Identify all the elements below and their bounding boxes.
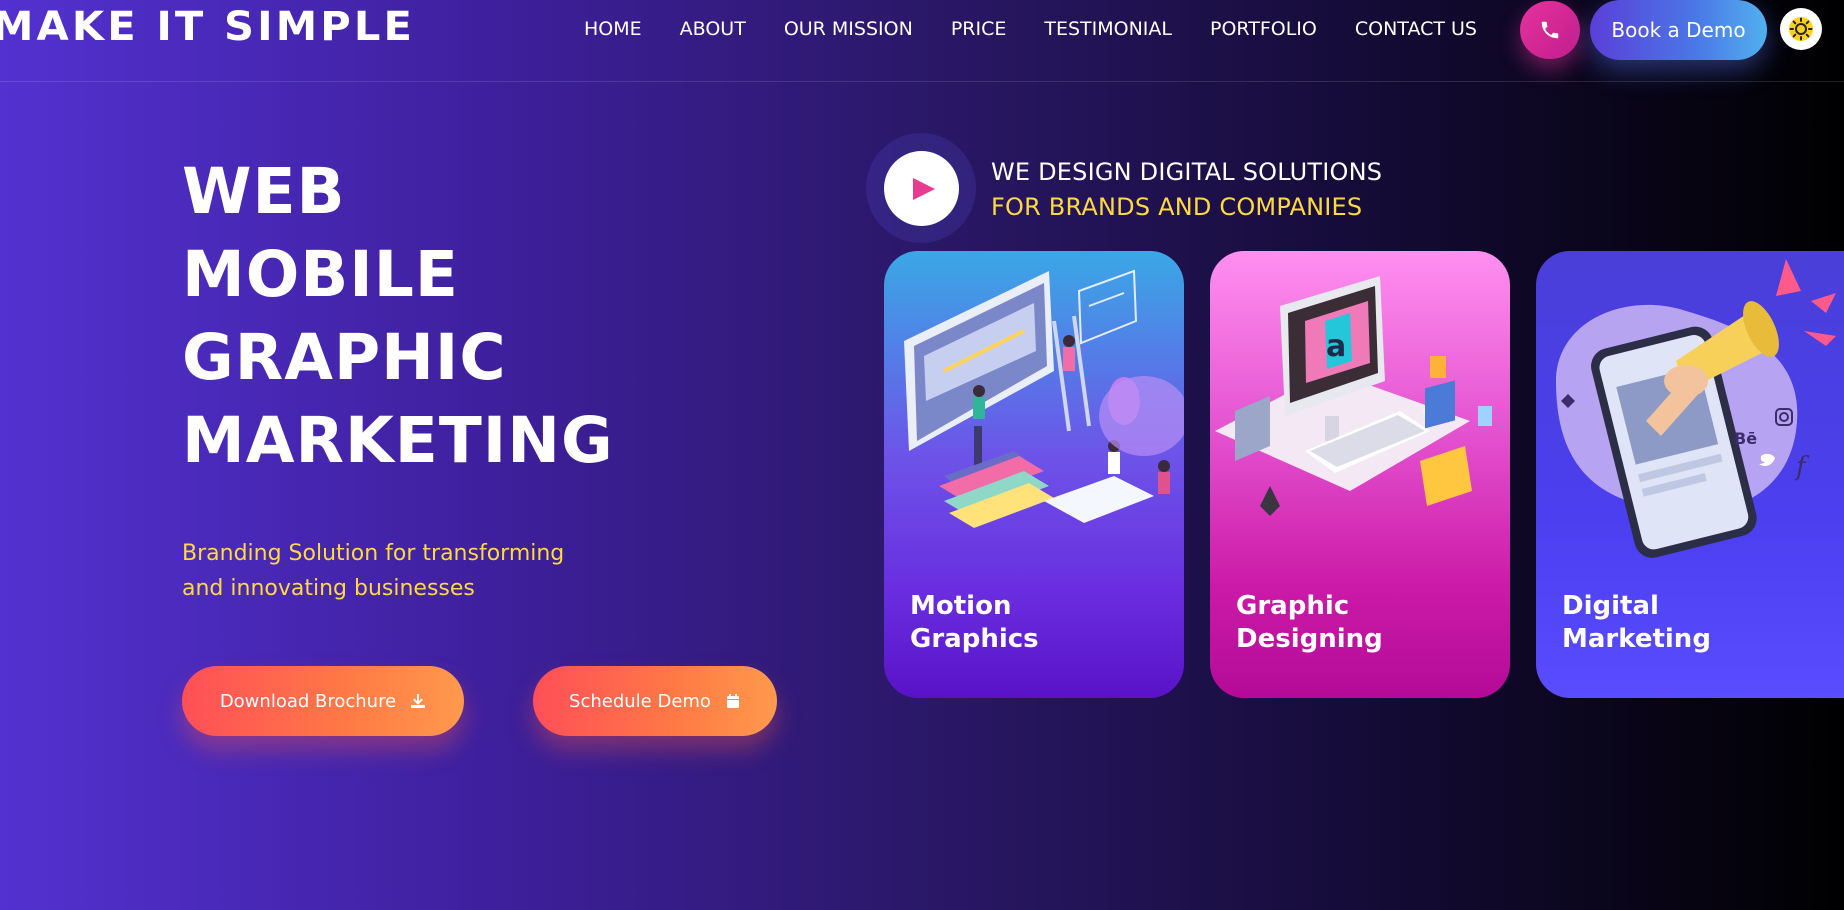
nav-portfolio[interactable]: PORTFOLIO xyxy=(1210,18,1317,40)
hero-title-line-graphic: GRAPHIC xyxy=(182,321,507,394)
service-card-graphic-designing[interactable]: a Graphic Designing xyxy=(1210,251,1510,698)
sun-icon xyxy=(1789,17,1813,41)
tagline-line-2: FOR BRANDS AND COMPANIES xyxy=(991,193,1363,221)
hero-title-line-marketing: MARKETING xyxy=(182,404,614,477)
motion-graphics-illustration xyxy=(904,269,1184,528)
play-icon xyxy=(912,177,935,200)
card-title-line: Digital xyxy=(1562,591,1659,621)
service-card-digital-marketing[interactable]: Bē f Digital Marketing xyxy=(1536,251,1844,698)
card-title-graphic-designing: Graphic Designing xyxy=(1236,590,1476,656)
svg-text:f: f xyxy=(1794,452,1810,482)
site-logo[interactable]: MAKE IT SIMPLE xyxy=(0,4,415,50)
nav-about[interactable]: ABOUT xyxy=(680,18,746,40)
hero-title-line-mobile: MOBILE xyxy=(182,238,459,311)
nav-contact-us[interactable]: CONTACT US xyxy=(1355,18,1477,40)
card-title-motion-graphics: Motion Graphics xyxy=(910,590,1150,656)
phone-button[interactable] xyxy=(1520,1,1580,59)
card-title-line: Graphic xyxy=(1236,591,1350,621)
tagline-line-1: WE DESIGN DIGITAL SOLUTIONS xyxy=(991,158,1383,186)
nav-home[interactable]: HOME xyxy=(584,18,642,40)
hero-subtitle: Branding Solution for transforming and i… xyxy=(182,541,565,601)
nav-our-mission[interactable]: OUR MISSION xyxy=(784,18,913,40)
site-header: MAKE IT SIMPLE HOME ABOUT OUR MISSION PR… xyxy=(0,0,1844,82)
main-nav: HOME ABOUT OUR MISSION PRICE TESTIMONIAL… xyxy=(584,18,1477,40)
card-title-line: Designing xyxy=(1236,624,1383,654)
download-brochure-button[interactable]: Download Brochure xyxy=(182,666,464,736)
download-icon xyxy=(411,694,426,708)
schedule-demo-label: Schedule Demo xyxy=(569,690,711,712)
book-demo-button[interactable]: Book a Demo xyxy=(1590,0,1767,60)
service-card-motion-graphics[interactable]: Motion Graphics xyxy=(884,251,1184,698)
card-title-line: Marketing xyxy=(1562,624,1711,654)
hero-title-line-web: WEB xyxy=(182,155,346,228)
download-brochure-label: Download Brochure xyxy=(219,690,397,712)
hero-title: WEB MOBILE GRAPHIC MARKETING xyxy=(182,150,614,482)
digital-marketing-illustration: Bē f xyxy=(1556,259,1836,558)
card-title-line: Motion xyxy=(910,591,1012,621)
play-video-button[interactable] xyxy=(884,151,959,226)
card-title-digital-marketing: Digital Marketing xyxy=(1562,590,1802,656)
nav-price[interactable]: PRICE xyxy=(951,18,1007,40)
graphic-design-illustration: a xyxy=(1215,276,1492,516)
schedule-demo-button[interactable]: Schedule Demo xyxy=(533,666,777,736)
nav-testimonial[interactable]: TESTIMONIAL xyxy=(1044,18,1172,40)
theme-toggle[interactable] xyxy=(1780,8,1822,50)
calendar-icon xyxy=(726,694,739,708)
phone-icon xyxy=(1541,21,1559,39)
card-title-line: Graphics xyxy=(910,624,1039,654)
svg-text:Bē: Bē xyxy=(1734,429,1757,448)
svg-text:a: a xyxy=(1326,329,1346,364)
